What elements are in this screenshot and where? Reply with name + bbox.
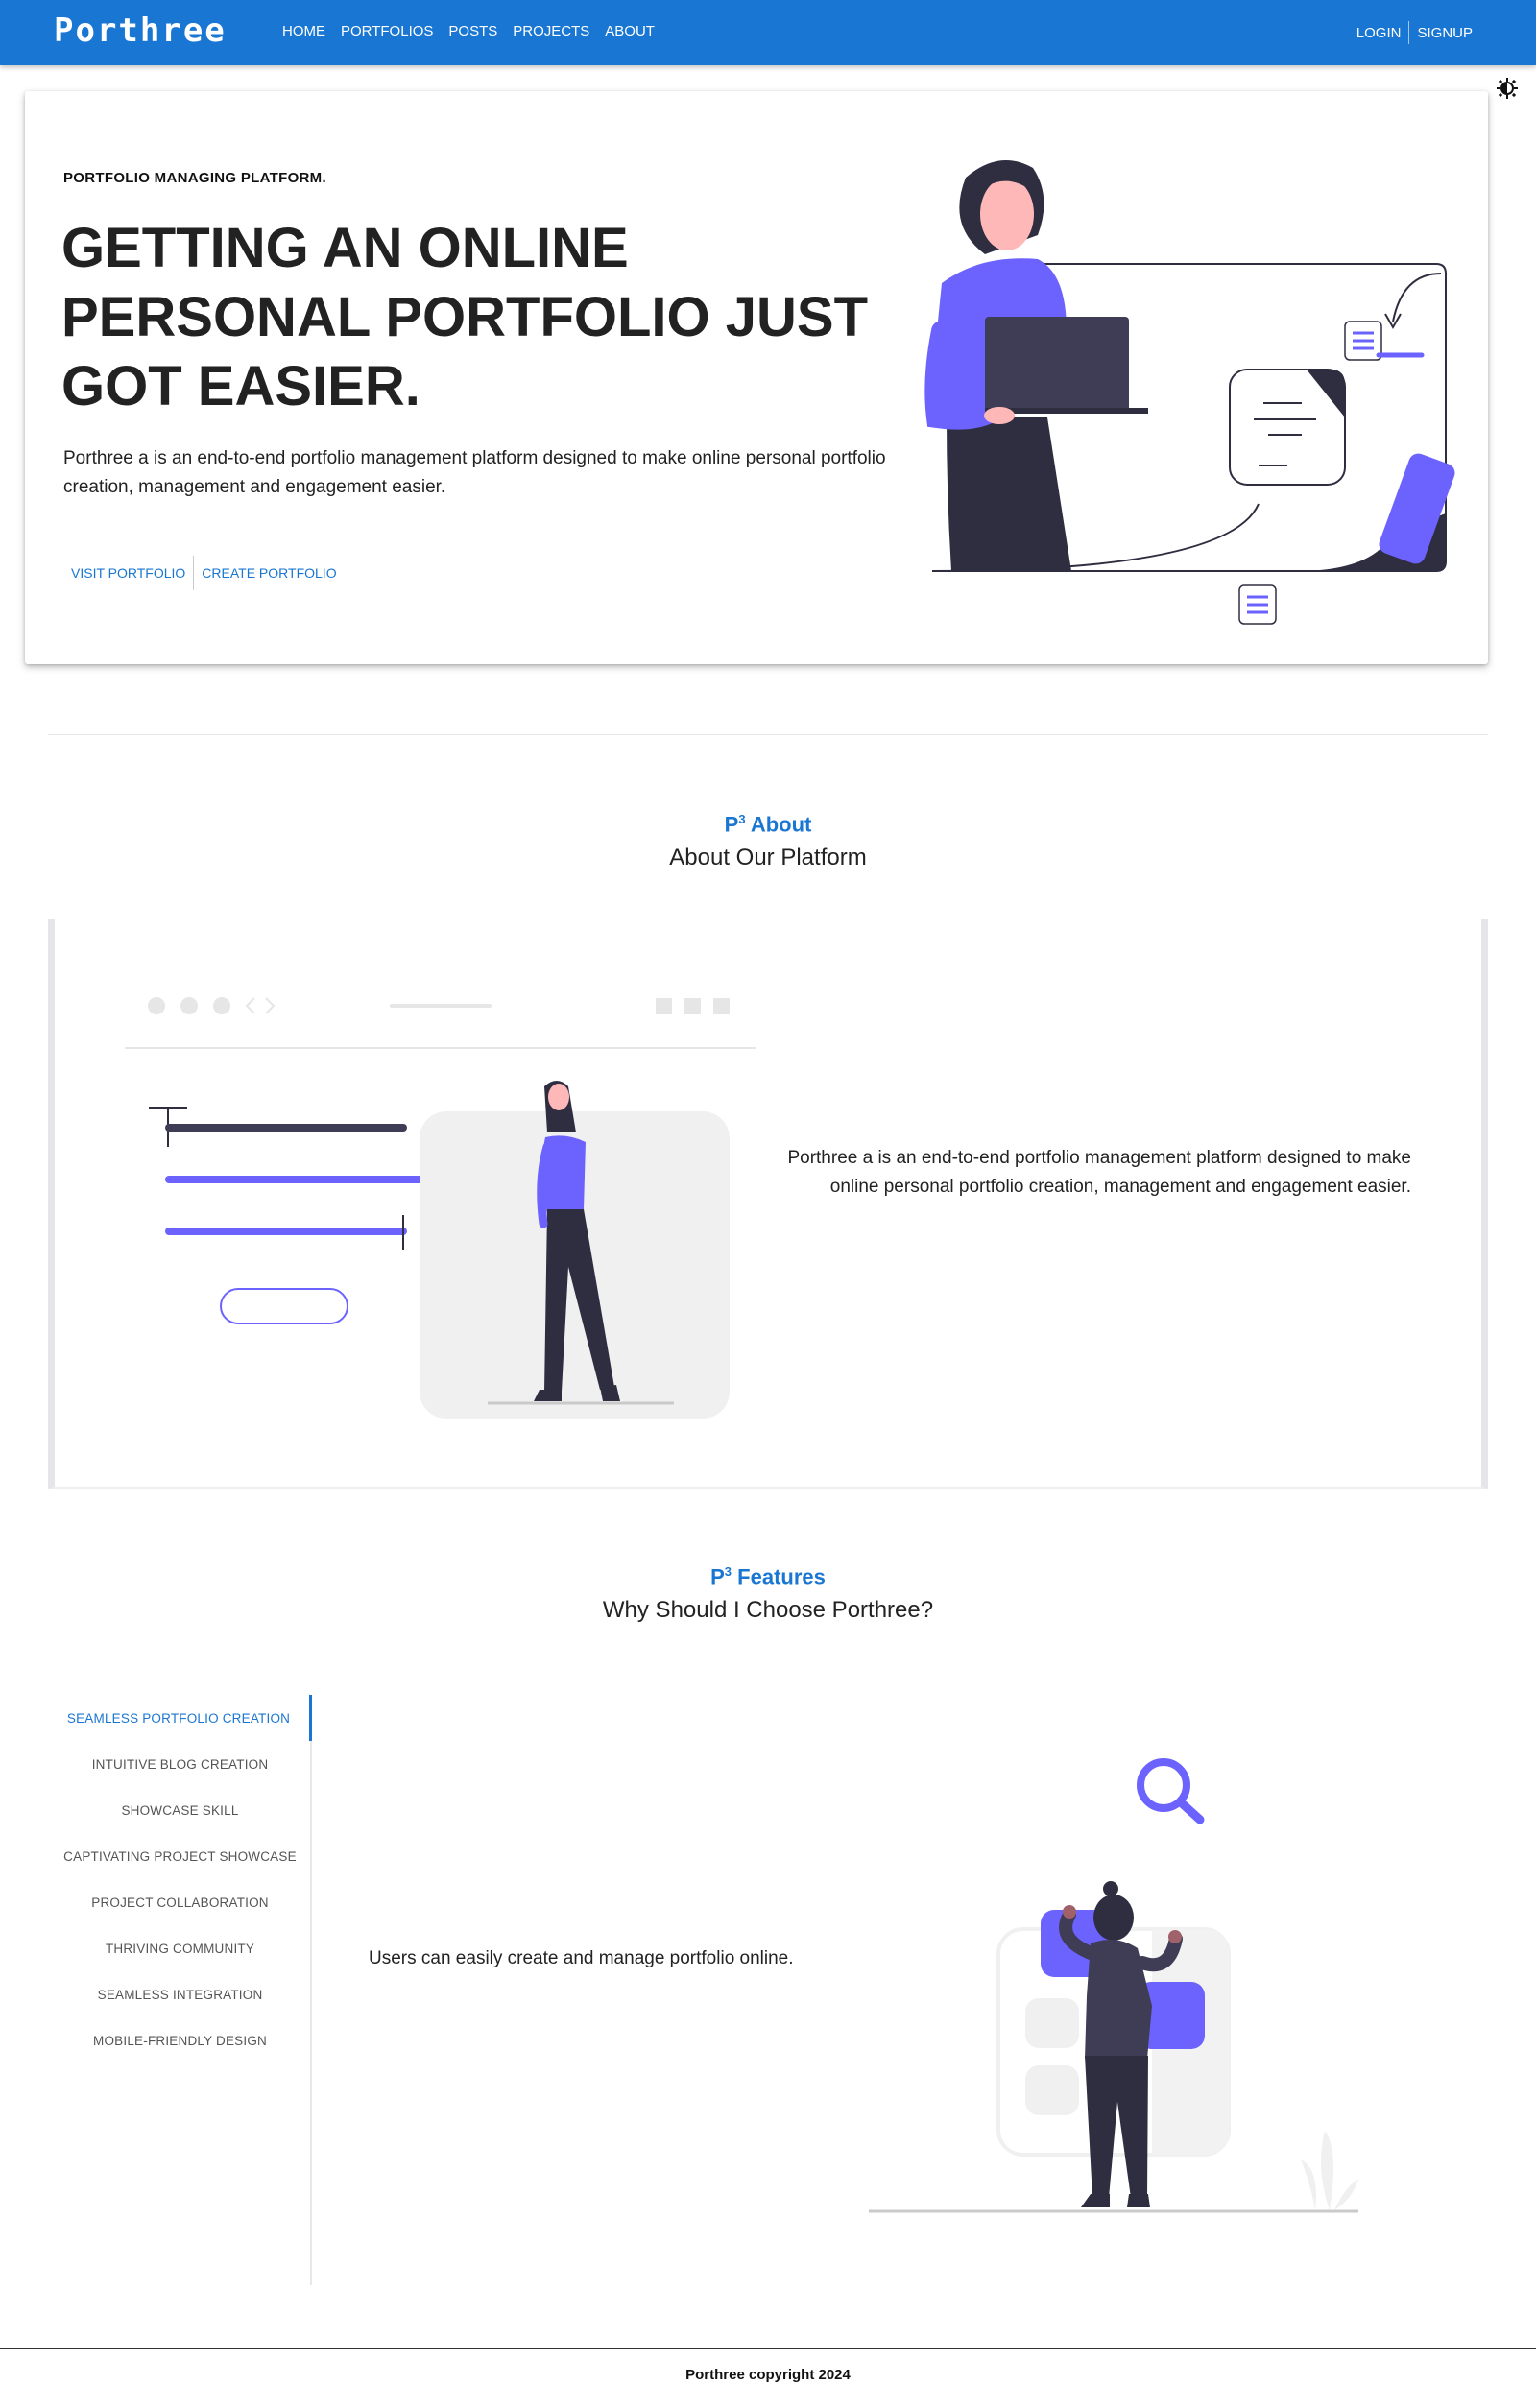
login-button[interactable]: LOGIN [1349, 23, 1409, 43]
nav-portfolios[interactable]: PORTFOLIOS [333, 23, 441, 39]
about-text: Porthree a is an end-to-end portfolio ma… [787, 1148, 1411, 1197]
about-subtitle: About Our Platform [669, 845, 867, 870]
hero-actions: VISIT PORTFOLIO CREATE PORTFOLIO [63, 556, 345, 590]
about-kicker: P3 About [0, 812, 1536, 837]
nav-projects[interactable]: PROJECTS [505, 23, 597, 39]
brightness-icon[interactable] [1496, 77, 1519, 100]
tab-project-collaboration[interactable]: PROJECT COLLABORATION [48, 1879, 312, 1925]
nav-home[interactable]: HOME [275, 23, 333, 39]
hero-description: Porthree a is an end-to-end portfolio ma… [63, 448, 886, 497]
nav-links: HOME PORTFOLIOS POSTS PROJECTS ABOUT [275, 23, 662, 39]
nav-posts[interactable]: POSTS [441, 23, 505, 39]
tab-mobile-friendly-design[interactable]: MOBILE-FRIENDLY DESIGN [48, 2017, 312, 2063]
tab-seamless-integration[interactable]: SEAMLESS INTEGRATION [48, 1971, 312, 2017]
hero-eyebrow: PORTFOLIO MANAGING PLATFORM. [63, 170, 326, 186]
features-kicker-word: Features [737, 1564, 826, 1589]
features-subtitle: Why Should I Choose Porthree? [602, 1597, 934, 1623]
features-kicker: P3 Features [0, 1564, 1536, 1589]
auth-links: LOGIN SIGNUP [1349, 21, 1480, 44]
brand-logo[interactable]: Porthree [54, 12, 227, 50]
tab-intuitive-blog-creation[interactable]: INTUITIVE BLOG CREATION [48, 1741, 312, 1787]
features-kicker-letter: P [710, 1564, 725, 1589]
hero-title: GETTING AN ONLINE PERSONAL PORTFOLIO JUS… [61, 217, 869, 417]
feature-description: Users can easily create and manage portf… [369, 1948, 794, 1968]
nav-about[interactable]: ABOUT [597, 23, 662, 39]
hero-illustration [924, 160, 1455, 625]
about-illustration [125, 997, 756, 1419]
visit-portfolio-button[interactable]: VISIT PORTFOLIO [63, 560, 193, 586]
about-kicker-sup: 3 [738, 812, 746, 826]
footer-divider [0, 2348, 1536, 2349]
features-tabs: SEAMLESS PORTFOLIO CREATION INTUITIVE BL… [48, 1695, 312, 2285]
tab-thriving-community[interactable]: THRIVING COMMUNITY [48, 1925, 312, 1971]
hero-card: PORTFOLIO MANAGING PLATFORM. GETTING AN … [25, 91, 1488, 664]
feature-illustration [869, 1758, 1358, 2213]
tab-captivating-project-showcase[interactable]: CAPTIVATING PROJECT SHOWCASE [48, 1833, 312, 1879]
create-portfolio-button[interactable]: CREATE PORTFOLIO [194, 560, 344, 586]
about-kicker-word: About [750, 812, 812, 837]
section-divider [48, 734, 1488, 735]
top-navbar: Porthree HOME PORTFOLIOS POSTS PROJECTS … [0, 0, 1536, 65]
tab-showcase-skill[interactable]: SHOWCASE SKILL [48, 1787, 312, 1833]
tab-seamless-portfolio-creation[interactable]: SEAMLESS PORTFOLIO CREATION [48, 1695, 312, 1741]
features-kicker-sup: 3 [724, 1564, 732, 1579]
signup-button[interactable]: SIGNUP [1409, 23, 1480, 43]
footer-copyright: Porthree copyright 2024 [685, 2367, 851, 2383]
about-kicker-letter: P [724, 812, 739, 837]
